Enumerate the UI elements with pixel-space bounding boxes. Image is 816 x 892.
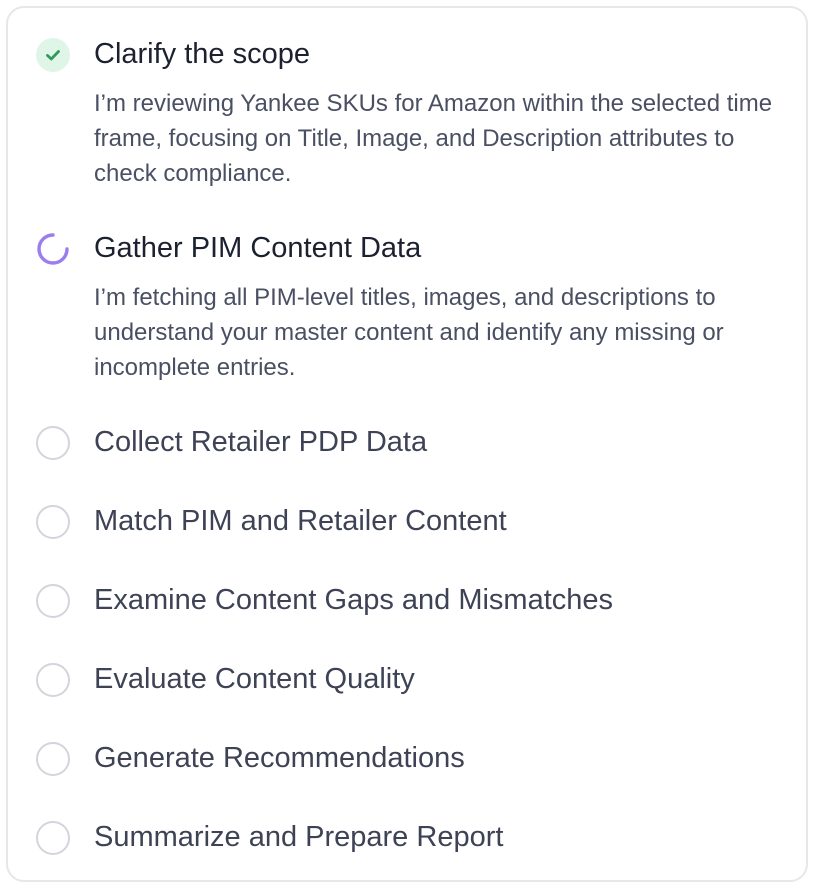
step-title: Evaluate Content Quality (94, 663, 415, 695)
empty-circle-icon (36, 663, 70, 697)
step-title: Gather PIM Content Data (94, 232, 422, 264)
spinner-icon (36, 232, 70, 266)
step-title: Summarize and Prepare Report (94, 821, 504, 853)
task-progress-card: Clarify the scope I’m reviewing Yankee S… (6, 6, 808, 882)
step-title: Examine Content Gaps and Mismatches (94, 584, 614, 616)
step-description: I’m reviewing Yankee SKUs for Amazon wit… (94, 90, 773, 187)
empty-circle-icon (36, 584, 70, 618)
empty-circle-icon (36, 426, 70, 460)
empty-circle-icon (36, 505, 70, 539)
step-title: Match PIM and Retailer Content (94, 505, 507, 537)
empty-circle-icon (36, 742, 70, 776)
step-description: I’m fetching all PIM-level titles, image… (94, 284, 724, 381)
step-title: Generate Recommendations (94, 742, 465, 774)
step-title: Collect Retailer PDP Data (94, 426, 428, 458)
step-title: Clarify the scope (94, 38, 310, 70)
empty-circle-icon (36, 821, 70, 855)
check-icon (36, 38, 70, 72)
